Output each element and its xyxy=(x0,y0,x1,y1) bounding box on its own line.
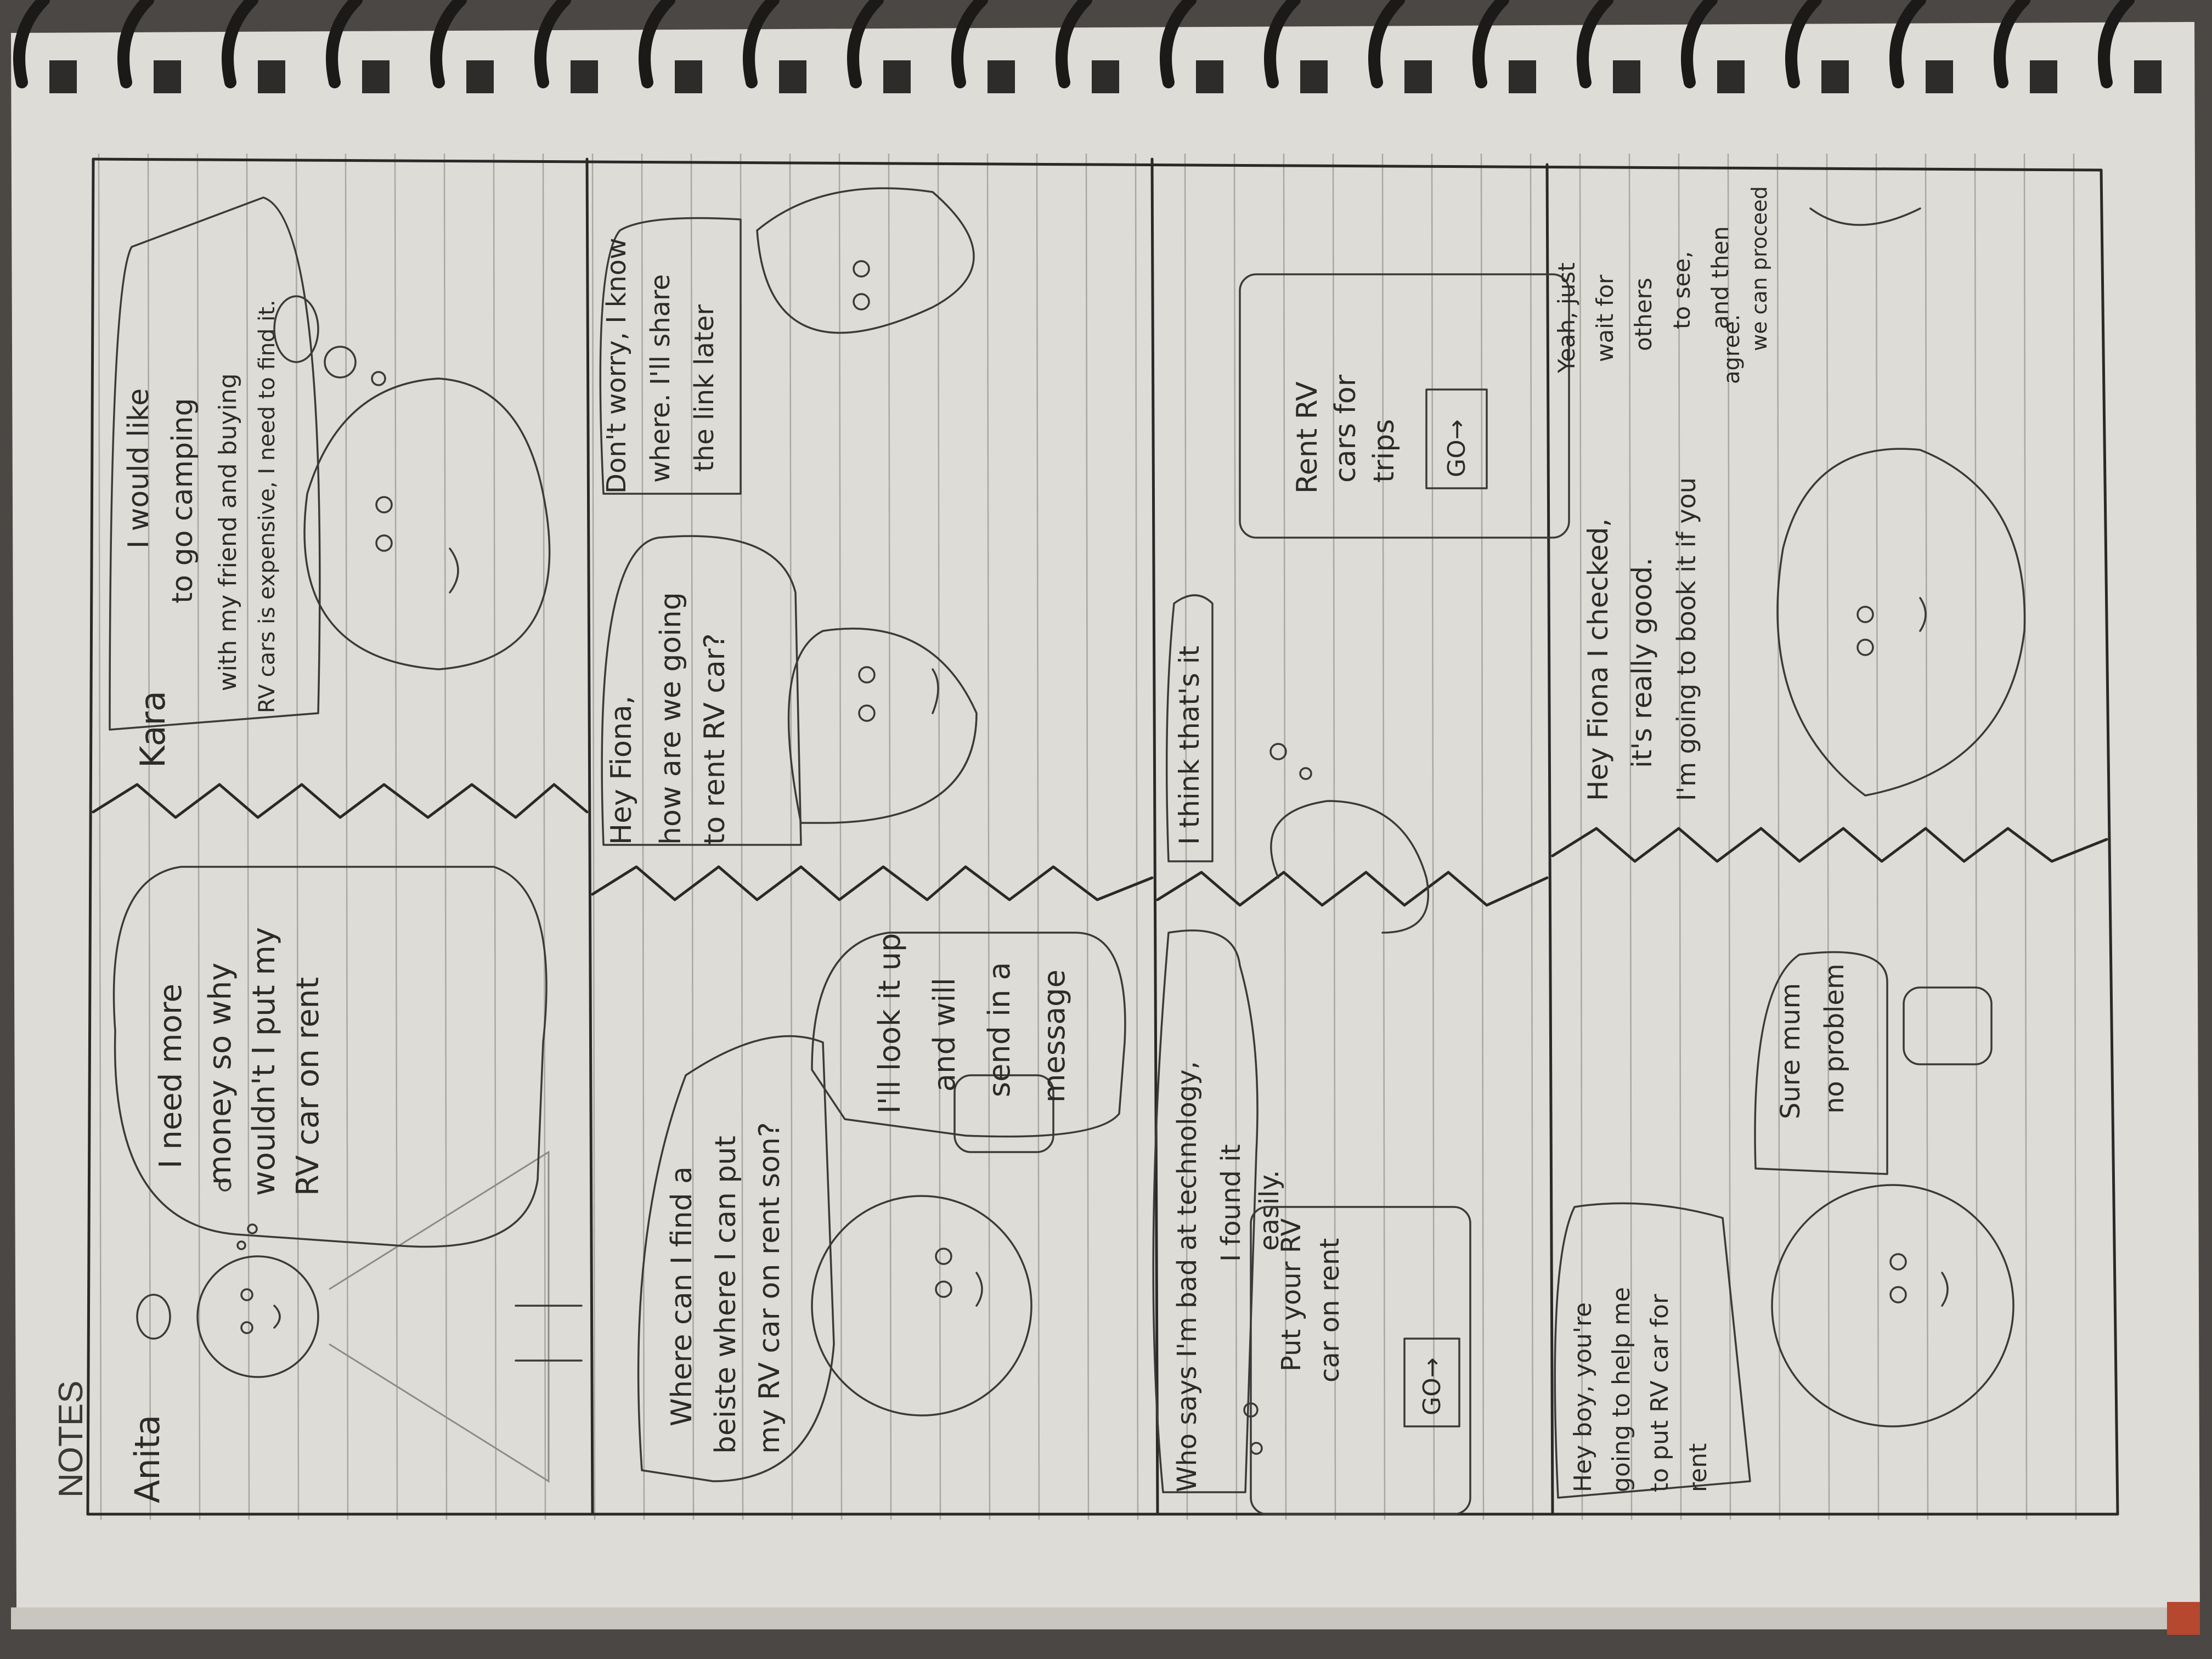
go-label-right: GO→ xyxy=(1443,419,1471,477)
svg-text:trips: trips xyxy=(1368,419,1401,483)
svg-text:how are we going: how are we going xyxy=(654,592,687,845)
svg-text:send in a: send in a xyxy=(982,962,1017,1097)
svg-text:I need more: I need more xyxy=(153,984,189,1169)
svg-text:Yeah, just: Yeah, just xyxy=(1553,262,1580,374)
go-label-left: GO→ xyxy=(1418,1357,1446,1415)
svg-text:RV cars is expensive, I need t: RV cars is expensive, I need to find it. xyxy=(255,300,280,713)
svg-text:wouldn't I put my: wouldn't I put my xyxy=(246,927,282,1196)
svg-text:and will: and will xyxy=(927,978,962,1092)
svg-text:I'm going to book it if you: I'm going to book it if you xyxy=(1672,477,1701,801)
notebook-photo: NOTES Anita I need more money so why wou… xyxy=(0,0,2212,1659)
svg-text:the link later: the link later xyxy=(689,304,720,472)
svg-text:to rent RV car?: to rent RV car? xyxy=(698,633,731,845)
svg-text:where. I'll share: where. I'll share xyxy=(645,274,676,483)
notebook-page: NOTES Anita I need more money so why wou… xyxy=(0,0,2212,1659)
svg-text:wait for: wait for xyxy=(1592,274,1618,362)
svg-text:it's really good.: it's really good. xyxy=(1626,557,1658,768)
svg-text:and then: and then xyxy=(1707,226,1734,329)
svg-text:others: others xyxy=(1630,278,1657,351)
svg-text:RV car on rent: RV car on rent xyxy=(290,977,326,1196)
svg-text:rent: rent xyxy=(1684,1443,1712,1492)
svg-text:car on rent: car on rent xyxy=(1314,1238,1345,1383)
svg-text:Who says I'm bad at technology: Who says I'm bad at technology, xyxy=(1172,1061,1203,1492)
kara-label: Kara xyxy=(133,691,173,768)
anita-label: Anita xyxy=(127,1415,167,1503)
svg-text:we can proceed: we can proceed xyxy=(1747,186,1771,351)
svg-text:no problem: no problem xyxy=(1819,963,1850,1114)
svg-text:cars for: cars for xyxy=(1329,374,1362,483)
svg-text:Hey boy, you're: Hey boy, you're xyxy=(1569,1302,1597,1492)
svg-text:message: message xyxy=(1037,969,1071,1103)
svg-text:to put RV car for: to put RV car for xyxy=(1646,1294,1674,1492)
svg-text:I would like: I would like xyxy=(122,388,155,549)
svg-text:my RV car on rent son?: my RV car on rent son? xyxy=(753,1122,786,1454)
svg-text:Where can I find a: Where can I find a xyxy=(665,1166,698,1426)
svg-text:with my friend and buying: with my friend and buying xyxy=(214,373,242,691)
notes-header: NOTES xyxy=(52,1380,90,1498)
svg-text:Rent RV: Rent RV xyxy=(1291,381,1324,494)
svg-text:I'll look it up: I'll look it up xyxy=(872,933,907,1114)
svg-text:money so why: money so why xyxy=(202,963,238,1185)
svg-text:to see,: to see, xyxy=(1668,251,1695,329)
svg-text:to go camping: to go camping xyxy=(166,398,199,603)
svg-text:I found it: I found it xyxy=(1216,1144,1246,1262)
svg-text:Don't worry, I know: Don't worry, I know xyxy=(601,238,632,494)
svg-text:Put your RV: Put your RV xyxy=(1276,1218,1307,1372)
mom-bubble-text-row2: Where can I find a beiste where I can pu… xyxy=(665,1122,786,1454)
svg-text:going to help me: going to help me xyxy=(1607,1287,1635,1492)
svg-text:Sure mum: Sure mum xyxy=(1775,983,1806,1119)
thought-text-row3: I think that's it xyxy=(1173,646,1205,845)
paper-sheet xyxy=(11,22,2200,1624)
svg-text:beiste where I can put: beiste where I can put xyxy=(709,1136,742,1454)
svg-text:Hey Fiona I checked,: Hey Fiona I checked, xyxy=(1582,518,1614,801)
svg-text:Hey Fiona,: Hey Fiona, xyxy=(605,696,638,845)
